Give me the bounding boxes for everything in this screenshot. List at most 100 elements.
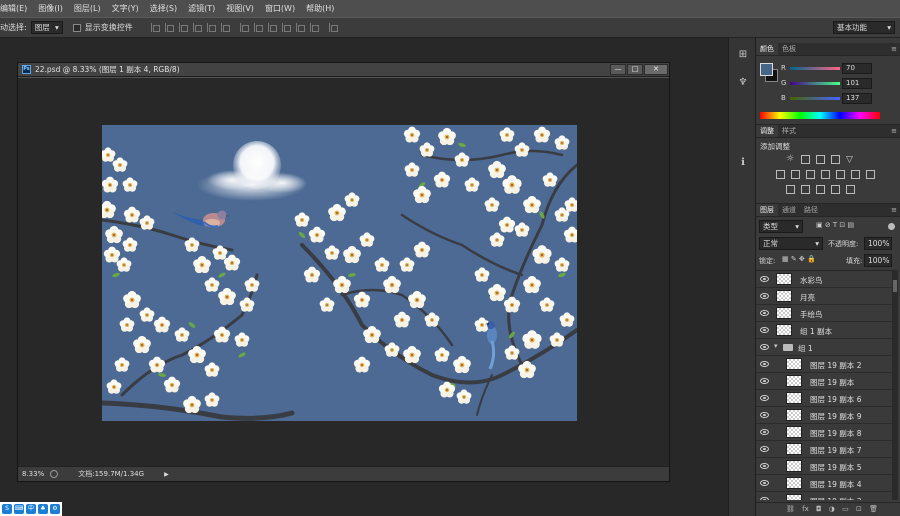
distribute-bottom-icon[interactable] [267,23,277,32]
menu-edit[interactable]: 编辑(E) [0,3,32,14]
ime-icon[interactable]: S [2,504,12,514]
eye-icon[interactable] [760,378,769,384]
tab-channels[interactable]: 通道 [778,204,800,216]
canvas-area[interactable] [18,78,669,467]
new-adjustment-icon[interactable]: ◑ [829,505,835,513]
history-icon[interactable]: ⊞ [735,48,751,62]
distribute-hcenter-icon[interactable] [295,23,305,32]
tab-paths[interactable]: 路径 [800,204,822,216]
hue-saturation-icon[interactable] [791,170,800,179]
tab-styles[interactable]: 样式 [778,125,800,137]
panel-menu-icon[interactable]: ≡ [891,45,897,53]
menu-filter[interactable]: 滤镜(T) [182,3,220,14]
layer-row[interactable]: 手绘鸟 [756,305,892,322]
menu-view[interactable]: 视图(V) [220,3,259,14]
eye-icon[interactable] [760,463,769,469]
add-mask-icon[interactable]: ◘ [816,505,822,513]
layer-row[interactable]: 图层 19 副本 2 [756,356,892,373]
eye-icon[interactable] [760,395,769,401]
photo-filter-icon[interactable] [836,170,845,179]
fill-input[interactable]: 100% [864,254,892,267]
eye-icon[interactable] [760,344,769,350]
invert-icon[interactable] [786,185,795,194]
g-value-input[interactable]: 101 [842,78,872,89]
minimize-button[interactable]: — [610,64,626,75]
panel-menu-icon[interactable]: ≡ [891,206,897,214]
layer-row[interactable]: 图层 19 副本 9 [756,407,892,424]
artwork-image[interactable] [102,125,577,421]
levels-icon[interactable] [801,155,810,164]
layer-row[interactable]: 月亮 [756,288,892,305]
zoom-level[interactable]: 8.33% [22,470,44,478]
gradient-map-icon[interactable]: ▽ [846,155,853,165]
r-value-input[interactable]: 70 [842,63,872,74]
chevron-down-icon[interactable]: ▾ [774,342,778,350]
layer-row[interactable]: 图层 19 副本 7 [756,441,892,458]
align-left-icon[interactable] [192,23,202,32]
gradient-icon[interactable] [846,185,855,194]
link-layers-icon[interactable]: ⛓ [786,505,795,513]
status-menu-arrow-icon[interactable]: ▶ [164,471,169,478]
auto-align-icon[interactable] [328,23,338,32]
show-transform-checkbox[interactable] [72,23,81,32]
layer-row[interactable]: 图层 19 副本 8 [756,424,892,441]
eye-icon[interactable] [760,327,769,333]
delete-layer-icon[interactable]: 🗑 [869,505,878,513]
menu-type[interactable]: 文字(Y) [106,3,144,14]
tab-layers[interactable]: 图层 [756,204,778,216]
distribute-left-icon[interactable] [281,23,291,32]
layer-row[interactable]: 图层 19 副本 5 [756,458,892,475]
scrollbar-thumb[interactable] [893,280,897,292]
actions-icon[interactable]: ♆ [735,76,751,90]
layer-row[interactable]: 图层 19 副本 4 [756,475,892,492]
g-slider[interactable] [790,82,840,85]
keyboard-icon[interactable]: ⌨ [14,504,24,514]
threshold-icon[interactable] [816,185,825,194]
chinese-icon[interactable]: 中 [26,504,36,514]
r-slider[interactable] [790,67,840,70]
menu-help[interactable]: 帮助(H) [300,3,339,14]
align-right-icon[interactable] [220,23,230,32]
eye-icon[interactable] [760,446,769,452]
close-button[interactable]: ✕ [644,64,668,75]
eye-icon[interactable] [760,293,769,299]
eye-icon[interactable] [760,412,769,418]
brightness-icon[interactable]: ☼ [786,155,795,164]
exposure-icon[interactable] [831,155,840,164]
tab-adjustments[interactable]: 调整 [756,125,778,137]
layer-row[interactable]: 图层 19 副本 6 [756,390,892,407]
black-white-icon[interactable] [821,170,830,179]
posterize-icon[interactable] [801,185,810,194]
eye-icon[interactable] [760,480,769,486]
filter-switch[interactable] [888,223,895,230]
new-layer-icon[interactable]: ⊡ [856,505,862,513]
lock-icons[interactable]: ▦ ✎ ✥ 🔒 [782,255,816,263]
align-bottom-icon[interactable] [178,23,188,32]
maximize-button[interactable]: □ [627,64,643,75]
layer-filter-dropdown[interactable]: 类型 ▾ [759,220,803,233]
distribute-right-icon[interactable] [309,23,319,32]
b-value-input[interactable]: 137 [842,93,872,104]
layer-group-row[interactable]: ▾ 组 1 [756,339,892,356]
vibrance-icon[interactable] [776,170,785,179]
layer-row[interactable]: 图层 19 副本 [756,373,892,390]
panel-menu-icon[interactable]: ≡ [891,127,897,135]
opacity-input[interactable]: 100% [864,237,892,250]
properties-icon[interactable]: ℹ [735,156,751,170]
distribute-top-icon[interactable] [239,23,249,32]
align-top-icon[interactable] [150,23,160,32]
curves-icon[interactable] [816,155,825,164]
distribute-vcenter-icon[interactable] [253,23,263,32]
channel-mixer-icon[interactable] [851,170,860,179]
settings-icon[interactable]: ⚙ [50,504,60,514]
eye-icon[interactable] [760,276,769,282]
blend-mode-dropdown[interactable]: 正常 ▾ [759,237,823,250]
color-balance-icon[interactable] [806,170,815,179]
align-vcenter-icon[interactable] [164,23,174,32]
menu-image[interactable]: 图像(I) [32,3,68,14]
color-lookup-icon[interactable] [866,170,875,179]
eye-icon[interactable] [760,310,769,316]
menu-window[interactable]: 窗口(W) [259,3,300,14]
eye-icon[interactable] [760,361,769,367]
filter-toggle-icon[interactable]: ▣ ⊘ T ⊡ ▤ [816,221,854,229]
